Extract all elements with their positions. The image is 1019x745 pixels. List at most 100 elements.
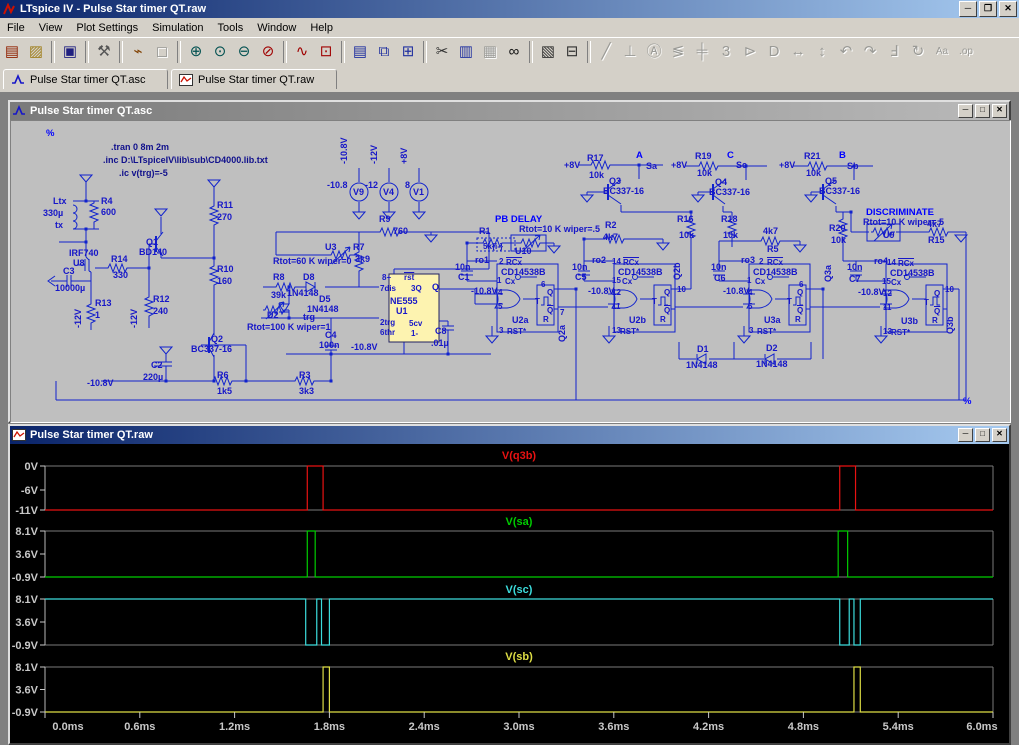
trace-label[interactable]: V(sa) [506, 516, 533, 528]
schematic-label: -12 [365, 181, 378, 190]
zoom-in-button[interactable]: ⊕ [184, 40, 208, 64]
minimize-button[interactable]: ─ [959, 1, 977, 17]
schematic-label: C1 [458, 273, 470, 282]
tile-horizontal-button[interactable]: ▤ [348, 40, 372, 64]
schematic-label: Q [934, 289, 940, 298]
schematic-canvas[interactable]: %.tran 0 8m 2m.inc D:\LTspiceIV\lib\sub\… [10, 120, 1011, 423]
menu-item-file[interactable]: File [0, 20, 32, 36]
tab-schematic[interactable]: Pulse Star timer QT.asc [3, 69, 168, 89]
schematic-label: R21 [804, 152, 821, 161]
place-text-button: Aa [930, 40, 954, 64]
trace-label[interactable]: V(sb) [505, 651, 533, 663]
close-button[interactable]: ✕ [999, 1, 1017, 17]
schematic-label: 10n [847, 263, 863, 272]
waveform-window-title: Pulse Star timer QT.raw [30, 429, 153, 441]
cascade-windows-button[interactable]: ⧉ [372, 40, 396, 64]
schematic-label: Q [547, 288, 553, 297]
trace-label[interactable]: V(q3b) [502, 450, 537, 462]
zoom-out-icon: ⊖ [238, 44, 251, 59]
control-panel-button[interactable]: ⚒ [92, 40, 116, 64]
undo-button: ↶ [834, 40, 858, 64]
schematic-label: rst [404, 273, 414, 282]
schematic-label: 11 [612, 302, 620, 311]
minimize-button[interactable]: ─ [958, 104, 973, 118]
schematic-label: ro3 [741, 256, 755, 265]
menu-item-view[interactable]: View [32, 20, 70, 36]
save-button[interactable]: ▣ [58, 40, 82, 64]
schematic-label: R [543, 315, 549, 324]
plot-settings-button[interactable]: ⊡ [314, 40, 338, 64]
schematic-label: ro1 [475, 256, 489, 265]
schematic-label: BC337-16 [709, 188, 750, 197]
menu-item-help[interactable]: Help [303, 20, 340, 36]
svg-text:-0.9V: -0.9V [12, 640, 39, 652]
svg-text:1.2ms: 1.2ms [219, 721, 250, 733]
print-preview-button[interactable]: ▧ [536, 40, 560, 64]
cut-button[interactable]: ✂ [430, 40, 454, 64]
schematic-label: 10k [697, 169, 712, 178]
rotate-button: ↻ [906, 40, 930, 64]
run-button[interactable]: ⌁ [126, 40, 150, 64]
find-button[interactable]: ∞ [502, 40, 526, 64]
menu-item-window[interactable]: Window [250, 20, 303, 36]
schematic-label: R11 [217, 201, 233, 210]
svg-text:3.6V: 3.6V [15, 685, 38, 697]
zoom-out-button[interactable]: ⊖ [232, 40, 256, 64]
maximize-button[interactable]: □ [975, 104, 990, 118]
svg-text:-6V: -6V [21, 485, 39, 497]
menu-item-tools[interactable]: Tools [211, 20, 251, 36]
open-file-button[interactable]: ▨ [24, 40, 48, 64]
spice-directive-icon: .op [959, 44, 973, 59]
maximize-button[interactable]: □ [975, 428, 990, 442]
schematic-window: Pulse Star timer QT.asc ─ □ ✕ %.tran 0 8… [8, 100, 1011, 423]
print-button[interactable]: ⊟ [560, 40, 584, 64]
menu-item-plot-settings[interactable]: Plot Settings [69, 20, 145, 36]
ltspice-app: LTspice IV - Pulse Star timer QT.raw ─ ❐… [0, 0, 1019, 745]
close-button[interactable]: ✕ [992, 104, 1007, 118]
schematic-label: .ic v(trg)=-5 [119, 169, 168, 178]
schematic-label: -12V [74, 309, 83, 328]
trace-label[interactable]: V(sc) [506, 584, 533, 596]
new-schematic-button[interactable]: ▤ [0, 40, 24, 64]
schematic-label: 1N4148 [287, 289, 319, 298]
tab-waveform[interactable]: Pulse Star timer QT.raw [171, 69, 337, 89]
schematic-label: CD14538B [501, 268, 546, 277]
zoom-full-extents-button[interactable]: ⊙ [208, 40, 232, 64]
schematic-window-titlebar[interactable]: Pulse Star timer QT.asc ─ □ ✕ [10, 102, 1009, 120]
schematic-label: 15 [882, 277, 891, 286]
tile-vertical-button[interactable]: ⊞ [396, 40, 420, 64]
zoom-back-button[interactable]: ⊘ [256, 40, 280, 64]
schematic-label: 3k9 [355, 255, 370, 264]
schematic-label: 160 [217, 277, 232, 286]
label-net-button: Ⓐ [642, 40, 666, 64]
schematic-label: 10 [677, 285, 686, 294]
schematic-label: -10.8 [327, 181, 348, 190]
waveform-window-titlebar[interactable]: Pulse Star timer QT.raw ─ □ ✕ [10, 426, 1009, 444]
waveform-plot-area[interactable]: 0V-6V-11VV(q3b)8.1V3.6V-0.9VV(sa)8.1V3.6… [10, 444, 1009, 743]
svg-text:3.6V: 3.6V [15, 549, 38, 561]
schematic-label: B [839, 151, 846, 160]
schematic-label: C3 [63, 267, 75, 276]
schematic-label: ro2 [592, 256, 606, 265]
svg-text:8.1V: 8.1V [15, 526, 38, 538]
place-capacitor-icon: ╪ [697, 44, 708, 59]
toolbar-separator [529, 41, 533, 63]
close-button[interactable]: ✕ [992, 428, 1007, 442]
schematic-label: R10 [217, 265, 234, 274]
schematic-label: 3 [749, 326, 753, 335]
autorange-y-axis-button[interactable]: ∿ [290, 40, 314, 64]
schematic-label: RCx [898, 259, 914, 268]
maximize-button[interactable]: ❐ [979, 1, 997, 17]
copy-button[interactable]: ▥ [454, 40, 478, 64]
open-file-icon: ▨ [29, 44, 43, 59]
title-bar[interactable]: LTspice IV - Pulse Star timer QT.raw ─ ❐… [0, 0, 1019, 18]
minimize-button[interactable]: ─ [958, 428, 973, 442]
schematic-label: U10 [515, 247, 532, 256]
zoom-full-extents-icon: ⊙ [214, 44, 227, 59]
halt-button: ◻ [150, 40, 174, 64]
schematic-label: R6 [217, 371, 229, 380]
schematic-label: 10n [572, 263, 588, 272]
schematic-label: 39k [271, 291, 286, 300]
schematic-label: V1 [413, 188, 424, 197]
menu-item-simulation[interactable]: Simulation [145, 20, 210, 36]
